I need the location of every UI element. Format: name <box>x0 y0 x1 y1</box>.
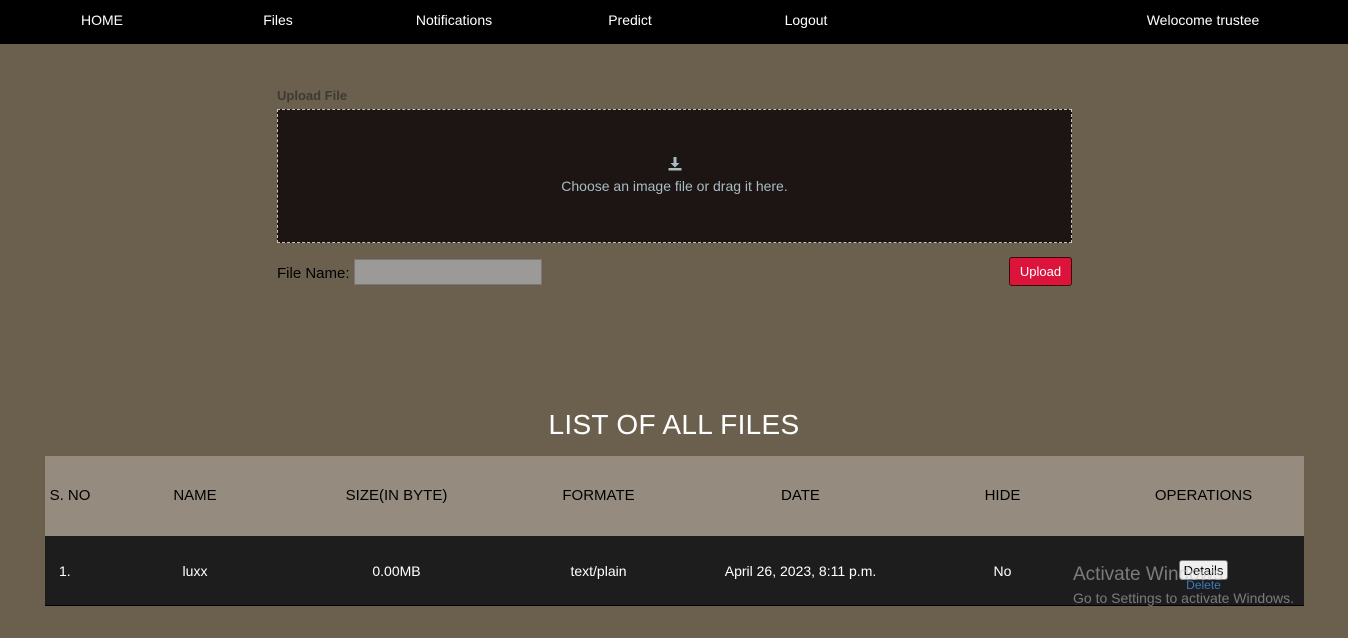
delete-link[interactable]: Delete <box>1103 578 1304 592</box>
table-header-row: S. NO NAME SIZE(IN BYTE) FORMATE DATE HI… <box>45 456 1304 536</box>
column-header-operations: OPERATIONS <box>1103 456 1304 536</box>
cell-date: April 26, 2023, 8:11 p.m. <box>699 536 902 606</box>
upload-button[interactable]: Upload <box>1009 257 1072 286</box>
cell-sno: 1. <box>45 536 95 606</box>
column-header-size: SIZE(IN BYTE) <box>295 456 498 536</box>
file-name-label: File Name: <box>277 265 350 282</box>
column-header-format: FORMATE <box>498 456 699 536</box>
cell-name: luxx <box>95 536 295 606</box>
download-icon <box>668 157 682 171</box>
nav-files-link[interactable]: Files <box>263 12 293 28</box>
dropzone-hint: Choose an image file or drag it here. <box>561 178 788 194</box>
files-table: S. NO NAME SIZE(IN BYTE) FORMATE DATE HI… <box>45 456 1304 606</box>
column-header-sno: S. NO <box>45 456 95 536</box>
cell-size: 0.00MB <box>295 536 498 606</box>
nav-predict-link[interactable]: Predict <box>608 12 652 28</box>
table-row: 1. luxx 0.00MB text/plain April 26, 2023… <box>45 536 1304 606</box>
welcome-text: Welocome trustee <box>1146 12 1260 28</box>
files-list-title: LIST OF ALL FILES <box>548 409 800 440</box>
cell-hide: No <box>902 536 1103 606</box>
top-navbar: HOME Files Notifications Predict Logout … <box>0 0 1348 44</box>
nav-notifications-link[interactable]: Notifications <box>416 12 492 28</box>
nav-home-link[interactable]: HOME <box>81 12 123 28</box>
cell-operations: Details Delete <box>1103 536 1304 606</box>
nav-logout-link[interactable]: Logout <box>785 12 828 28</box>
file-dropzone[interactable]: Choose an image file or drag it here. <box>277 109 1072 243</box>
file-name-input[interactable] <box>354 259 542 285</box>
column-header-hide: HIDE <box>902 456 1103 536</box>
column-header-date: DATE <box>699 456 902 536</box>
details-button[interactable]: Details <box>1178 559 1229 580</box>
cell-format: text/plain <box>498 536 699 606</box>
column-header-name: NAME <box>95 456 295 536</box>
upload-section-label: Upload File <box>277 88 348 103</box>
